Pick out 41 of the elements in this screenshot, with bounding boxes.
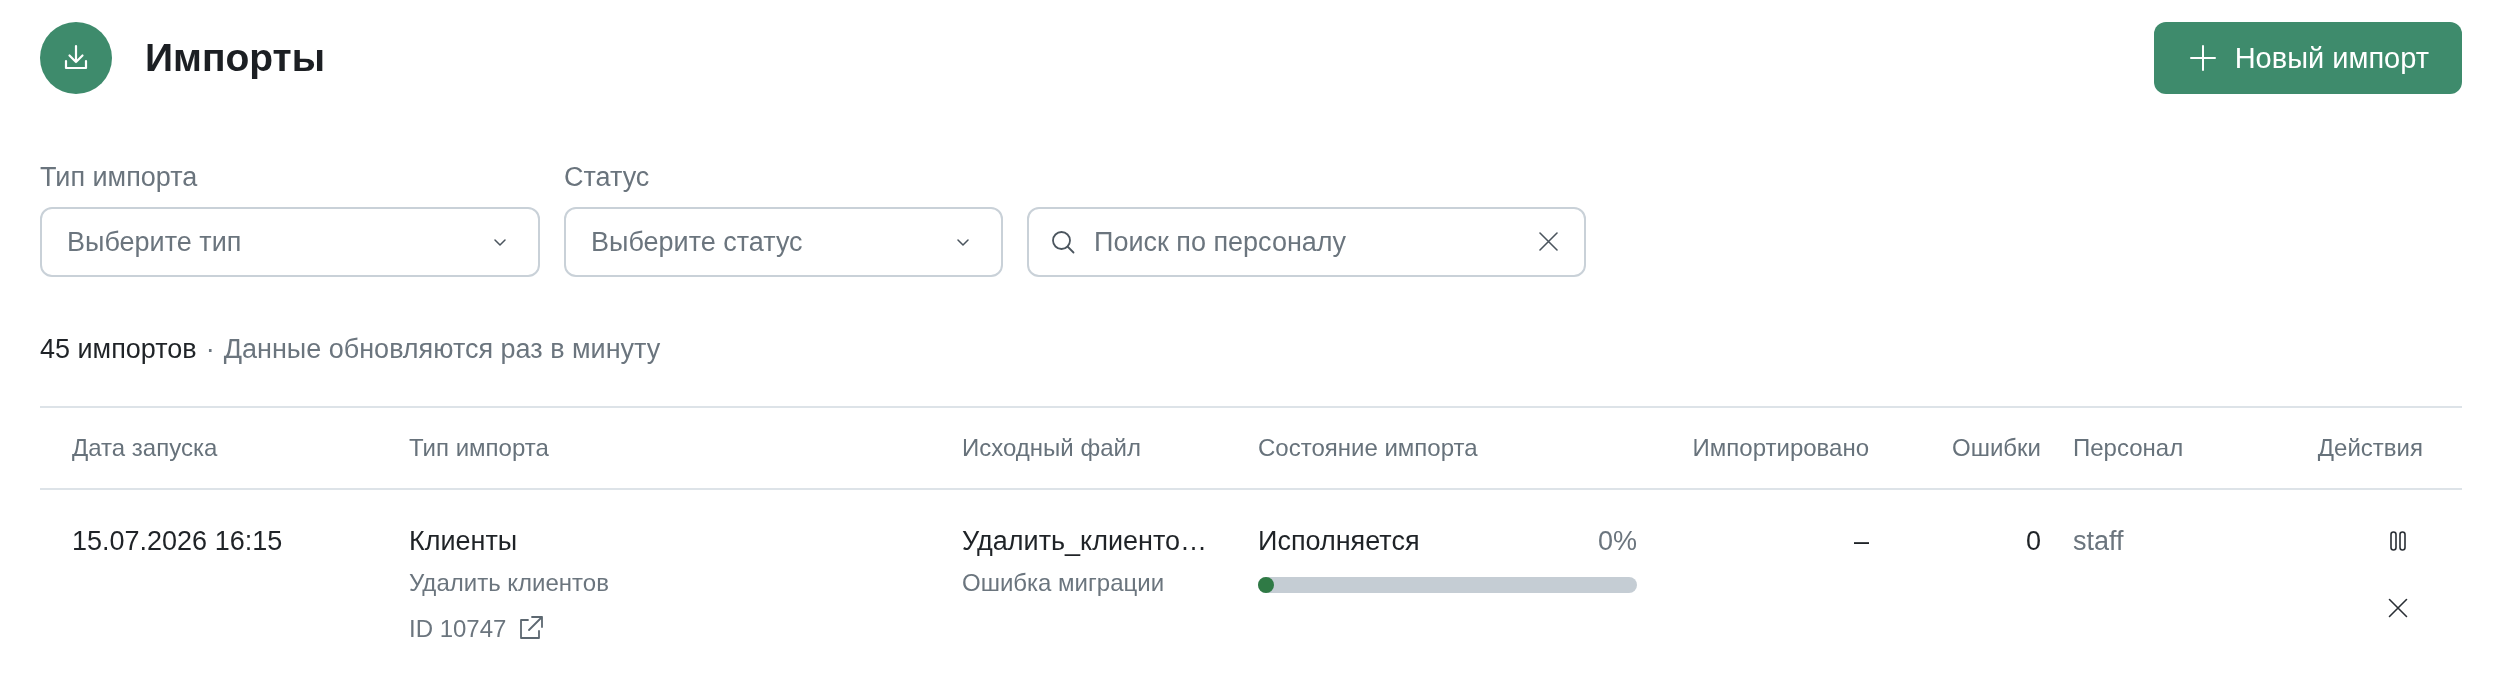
column-header: Ошибки — [1951, 433, 2041, 463]
download-icon — [40, 22, 112, 94]
chevron-down-icon — [957, 239, 969, 246]
pause-button[interactable] — [2388, 531, 2408, 551]
filter-label: Статус — [564, 161, 651, 194]
progress-percent: 0% — [1597, 525, 1637, 558]
select-field[interactable]: Выберите тип — [40, 207, 540, 277]
imported-count: – — [1853, 525, 1869, 558]
import-action: Удалить клиентов — [409, 568, 609, 598]
column-header: Состояние импорта — [1258, 433, 1479, 463]
close-icon — [1539, 232, 1558, 251]
new-import-button[interactable]: Новый импорт — [2153, 22, 2462, 94]
error-count: 0 — [2025, 525, 2041, 558]
separator-dot: · — [205, 333, 215, 366]
search-field[interactable]: Поиск по персоналу — [1027, 207, 1586, 277]
search-icon — [1051, 230, 1075, 254]
column-header: Исходный файл — [962, 433, 1142, 463]
clear-button[interactable] — [1539, 232, 1558, 251]
file-name: Удалить_клиенто… — [962, 525, 1208, 558]
refresh-note: Данные обновляются раз в минуту — [223, 333, 661, 366]
column-header: Персонал — [2073, 433, 2185, 463]
import-count: 45 импортов — [40, 333, 197, 366]
start-time: 15.07.2026 16:15 — [72, 525, 283, 558]
plus-icon — [2189, 45, 2216, 71]
import-id-link[interactable]: ID 10747 — [409, 611, 544, 647]
file-error: Ошибка миграции — [962, 568, 1165, 598]
external-link-icon — [517, 616, 544, 642]
column-header: Действия — [2316, 433, 2423, 463]
chevron-down-icon — [494, 239, 506, 246]
column-header: Импортировано — [1691, 433, 1869, 463]
column-header: Тип импорта — [409, 433, 550, 463]
staff-name: staff — [2073, 525, 2124, 558]
status-label: Исполняется — [1258, 525, 1420, 558]
import-type: Клиенты — [409, 525, 518, 558]
filter-label: Тип импорта — [40, 161, 199, 194]
cancel-button[interactable] — [2388, 598, 2408, 618]
close-icon — [2388, 598, 2408, 618]
page-title: Импорты — [145, 35, 325, 81]
select-field[interactable]: Выберите статус — [564, 207, 1003, 277]
column-header: Дата запуска — [72, 433, 219, 463]
pause-icon — [2388, 531, 2408, 551]
